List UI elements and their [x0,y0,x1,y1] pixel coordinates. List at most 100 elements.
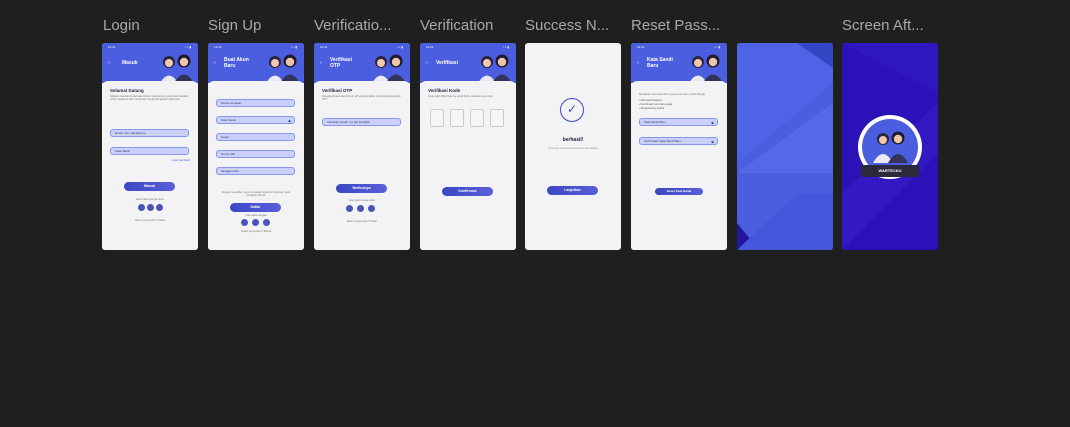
register-button[interactable]: Daftar [230,203,281,212]
login-frame[interactable]: 12:41 ▪▪▮ ‹ Masuk Selamat Datang Silakan… [102,43,198,250]
facebook-icon[interactable] [147,204,154,211]
rule-3: • Mengandung simbol [639,107,664,110]
rule-2: • Kombinasi huruf dan angka [639,103,673,106]
login-header: 12:41 ▪▪▮ ‹ Masuk [102,43,198,83]
continue-button[interactable]: Lanjutkan [547,186,598,195]
people-illustration-icon [689,54,723,83]
frame-label-signup[interactable]: Sign Up [208,17,261,34]
email-field[interactable]: Email / No. Handphone [110,129,189,137]
status-time: 12:41 [320,45,328,49]
brand-logo-text: WARTECKU [861,165,919,177]
otp-header: 12:41 ▪▪▮ ‹ Verifikasi OTP [314,43,410,83]
status-signal-icon: ▪▪▮ [714,45,721,49]
apple-icon[interactable] [156,204,163,211]
otp-heading: Verifikasi OTP [322,88,353,93]
otp-digit-4[interactable] [490,109,504,127]
social-login-text: Atau masuk dengan akun [135,198,165,201]
status-time: 12:41 [426,45,434,49]
people-illustration-icon [372,54,406,83]
frame-label-verification-otp[interactable]: Verificatio... [314,17,392,34]
new-password-field-label: Kata Sandi Baru [644,120,666,124]
frame-label-reset-password[interactable]: Reset Pass... [631,17,720,34]
email-phone-field[interactable]: masukan email / no HP terdaftar [322,118,401,126]
password-field[interactable]: Kata Sandi [110,147,189,155]
reset-frame[interactable]: 12:41 ▪▪▮ ‹ Kata Sandi Baru Masukkan kat… [631,43,727,250]
login-button[interactable]: Masuk [124,182,175,191]
password-field-label: Kata Sandi [115,149,130,153]
frame-label-screen-after[interactable]: Screen Aft... [842,17,924,34]
fullname-field[interactable]: Nama Lengkap [216,99,295,107]
eye-icon[interactable]: ◉ [711,139,714,146]
signup-frame[interactable]: 12:41 ▪▪▮ ‹ Buat Akun Baru Nama Lengkap … [208,43,304,250]
otp-digit-2[interactable] [450,109,464,127]
login-link[interactable]: Sudah punya akun? Masuk [208,230,304,233]
otp-digit-1[interactable] [430,109,444,127]
signup-card: Nama Lengkap Kata Sandi ◉ Email Nomor HP … [208,81,304,250]
otp-digit-3[interactable] [470,109,484,127]
status-signal-icon: ▪▪▮ [397,45,404,49]
confirm-password-field[interactable]: Konfirmasi Kata Sandi Baru ◉ [639,137,718,145]
back-icon[interactable]: ‹ [108,60,110,66]
back-icon[interactable]: ‹ [426,60,428,66]
header-title: Verifikasi OTP [330,57,352,69]
reset-password-button[interactable]: Reset Kata Sandi [655,188,703,195]
terms-text: Dengan mendaftar, saya menyetujui Syarat… [221,191,291,197]
status-time: 12:41 [214,45,222,49]
status-signal-icon: ▪▪▮ [185,45,192,49]
people-illustration-icon [478,54,512,83]
status-time: 12:41 [637,45,645,49]
new-password-field[interactable]: Kata Sandi Baru ◉ [639,118,718,126]
register-link[interactable]: Belum punya akun? Daftar [314,220,410,223]
login-card: Selamat Datang Silakan masukan Email ata… [102,81,198,250]
verification-frame[interactable]: 12:41 ▪▪▮ ‹ Verifikasi Verifikasi Kode K… [420,43,516,250]
header-title: Kata Sandi Baru [647,57,673,69]
verification-card: Verifikasi Kode Kode telah dikirimkan ke… [420,81,516,250]
phone-field[interactable]: Nomor HP [216,150,295,158]
login-description: Silakan masukan Email atau Nomor Handpho… [110,95,189,102]
frame-label-success[interactable]: Success N... [525,17,609,34]
password-field[interactable]: Kata Sandi ◉ [216,116,295,124]
background-pattern [737,43,833,250]
otp-description: Masukan Email atau Nomor HP yang terdaft… [322,95,401,102]
verification-heading: Verifikasi Kode [428,88,461,93]
back-icon[interactable]: ‹ [320,60,322,66]
google-icon[interactable] [138,204,145,211]
signup-header: 12:41 ▪▪▮ ‹ Buat Akun Baru [208,43,304,83]
birthdate-field[interactable]: Tanggal Lahir [216,167,295,175]
frame-label-login[interactable]: Login [103,17,140,34]
social-login-text: Atau login dengan akun [348,199,376,202]
status-signal-icon: ▪▪▮ [503,45,510,49]
otp-frame[interactable]: 12:41 ▪▪▮ ‹ Verifikasi OTP Verifikasi OT… [314,43,410,250]
header-title: Masuk [122,60,138,66]
success-frame[interactable]: ✓ berhasil! Selamat! Anda telah berhasil… [525,43,621,250]
facebook-icon[interactable] [252,219,259,226]
next-button[interactable]: Berikutnya [336,184,387,193]
eye-icon[interactable]: ◉ [288,118,291,125]
confirm-button[interactable]: Konfirmasi [442,187,493,196]
frame-label-verification[interactable]: Verification [420,17,493,34]
facebook-icon[interactable] [357,205,364,212]
apple-icon[interactable] [263,219,270,226]
eye-icon[interactable]: ◉ [711,120,714,127]
back-icon[interactable]: ‹ [637,60,639,66]
confirm-password-field-label: Konfirmasi Kata Sandi Baru [644,139,681,143]
success-heading: berhasil! [562,137,584,143]
rule-1: • Minimal 8 karakter [639,99,662,102]
background-frame[interactable] [737,43,833,250]
status-signal-icon: ▪▪▮ [291,45,298,49]
reset-card: Masukkan kata sandi baru yang aman dan m… [631,81,727,250]
status-time: 12:41 [108,45,116,49]
email-field[interactable]: Email [216,133,295,141]
reset-header: 12:41 ▪▪▮ ‹ Kata Sandi Baru [631,43,727,83]
success-description: Selamat! Anda telah berhasil diverifikas… [548,146,598,150]
back-icon[interactable]: ‹ [214,60,216,66]
header-title: Verifikasi [436,60,458,66]
screen-after-frame[interactable]: WARTECKU [842,43,938,250]
otp-card: Verifikasi OTP Masukan Email atau Nomor … [314,81,410,250]
forgot-password-link[interactable]: Lupa Kata Sandi [172,159,191,162]
verification-description: Kode telah dikirimkan ke email Anda, sil… [428,95,493,98]
google-icon[interactable] [346,205,353,212]
google-icon[interactable] [241,219,248,226]
register-link[interactable]: Belum punya akun? Daftar [102,219,198,222]
apple-icon[interactable] [368,205,375,212]
